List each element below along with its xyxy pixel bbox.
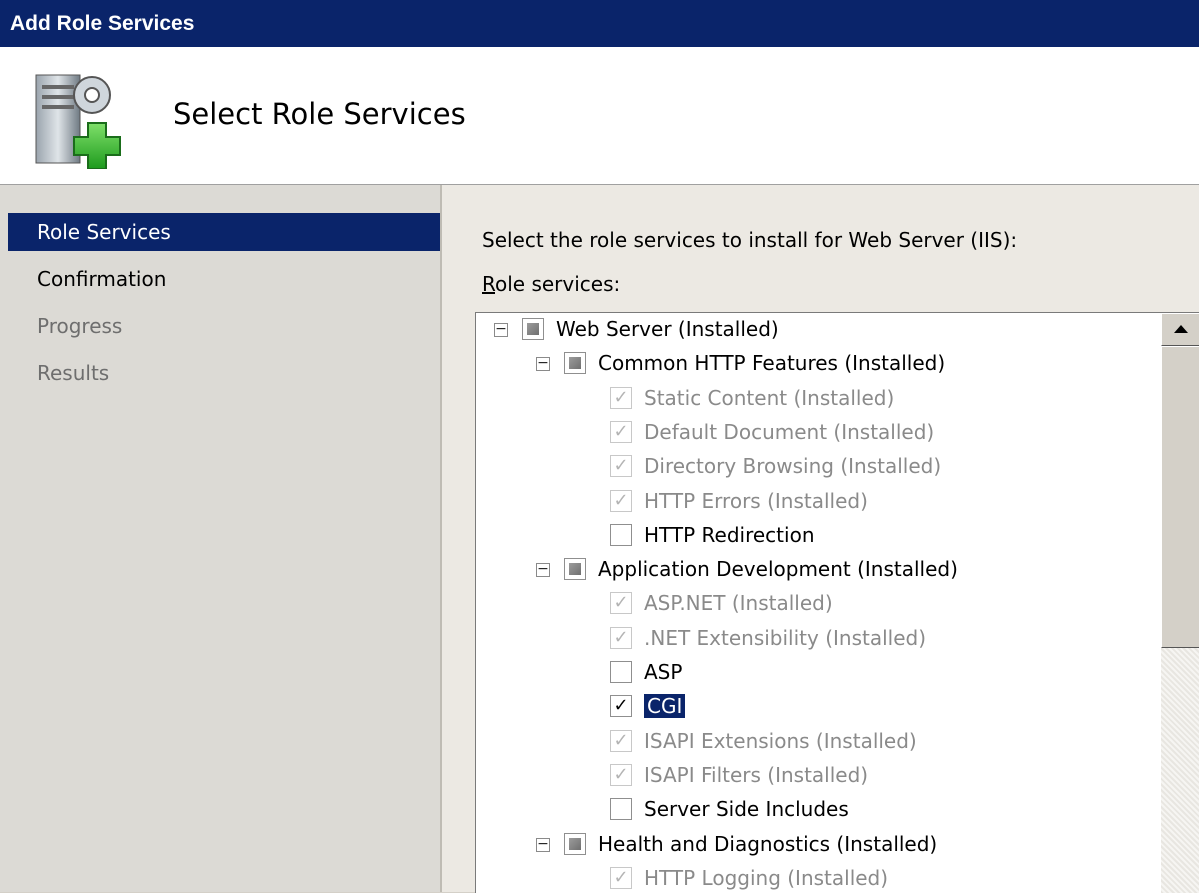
nav-item-results: Results (37, 361, 110, 385)
row-label: ISAPI Filters (Installed) (644, 763, 869, 787)
row-checkbox: ✓ (610, 592, 632, 614)
row-label: HTTP Logging (Installed) (644, 866, 889, 890)
scroll-thumb[interactable] (1161, 346, 1199, 648)
tree-row[interactable]: ✓ ISAPI Filters (Installed) (476, 760, 1156, 794)
tree-row[interactable]: − Health and Diagnostics (Installed) (476, 829, 1156, 863)
server-role-icon (35, 74, 121, 169)
row-checkbox[interactable] (564, 558, 586, 580)
row-checkbox: ✓ (610, 764, 632, 786)
row-checkbox: ✓ (610, 455, 632, 477)
nav-item-progress: Progress (37, 314, 123, 338)
row-label: Web Server (Installed) (556, 317, 779, 341)
tree-row[interactable]: ✓ HTTP Logging (Installed) (476, 863, 1156, 893)
row-label: Static Content (Installed) (644, 386, 895, 410)
row-label: Common HTTP Features (Installed) (598, 351, 946, 375)
collapse-toggle-icon[interactable]: − (536, 837, 550, 852)
row-label: ASP (644, 660, 683, 684)
row-checkbox: ✓ (610, 421, 632, 443)
row-checkbox: ✓ (610, 387, 632, 409)
tree-row[interactable]: − Common HTTP Features (Installed) (476, 348, 1156, 382)
tree-row[interactable]: ✓ ASP.NET (Installed) (476, 588, 1156, 622)
row-checkbox: ✓ (610, 490, 632, 512)
role-services-label-rest: ole services: (495, 272, 621, 296)
row-checkbox[interactable] (610, 798, 632, 820)
tree-row[interactable]: − Web Server (Installed) (476, 314, 1156, 348)
row-label: Directory Browsing (Installed) (644, 454, 942, 478)
nav-item-role-services[interactable]: Role Services (8, 213, 440, 251)
row-label: Default Document (Installed) (644, 420, 935, 444)
tree-row[interactable]: ✓ Directory Browsing (Installed) (476, 451, 1156, 485)
row-checkbox[interactable] (564, 833, 586, 855)
title-bar: Add Role Services (0, 0, 1199, 47)
tree-row[interactable]: ✓ ISAPI Extensions (Installed) (476, 726, 1156, 760)
wizard-nav: Role Services Confirmation Progress Resu… (0, 185, 442, 892)
row-checkbox[interactable] (610, 524, 632, 546)
tree-scrollbar[interactable] (1161, 313, 1199, 893)
wizard-content: Select the role services to install for … (442, 185, 1199, 893)
tree-row[interactable]: HTTP Redirection (476, 520, 1156, 554)
row-label: HTTP Redirection (644, 523, 815, 547)
page-heading: Select Role Services (173, 97, 466, 131)
row-label: CGI (644, 694, 686, 718)
row-label: HTTP Errors (Installed) (644, 489, 868, 513)
tree-row[interactable]: ✓ Static Content (Installed) (476, 383, 1156, 417)
row-checkbox: ✓ (610, 730, 632, 752)
row-label: .NET Extensibility (Installed) (644, 626, 927, 650)
tree-row[interactable]: ✓ HTTP Errors (Installed) (476, 486, 1156, 520)
row-label: Server Side Includes (644, 797, 849, 821)
row-label: ISAPI Extensions (Installed) (644, 729, 917, 753)
collapse-toggle-icon[interactable]: − (536, 562, 550, 577)
role-services-label-accel: R (482, 272, 495, 296)
row-checkbox[interactable]: ✓ (610, 695, 632, 717)
nav-item-confirmation[interactable]: Confirmation (8, 260, 440, 298)
window-title: Add Role Services (10, 12, 195, 35)
row-label: ASP.NET (Installed) (644, 591, 833, 615)
row-checkbox[interactable] (564, 352, 586, 374)
row-label: Health and Diagnostics (Installed) (598, 832, 938, 856)
row-checkbox: ✓ (610, 627, 632, 649)
tree-row[interactable]: ✓ .NET Extensibility (Installed) (476, 623, 1156, 657)
row-label: Application Development (Installed) (598, 557, 958, 581)
collapse-toggle-icon[interactable]: − (494, 322, 508, 337)
tree-row[interactable]: ASP (476, 657, 1156, 691)
tree-row[interactable]: ✓ CGI (476, 691, 1156, 725)
instruction-text: Select the role services to install for … (482, 228, 1018, 252)
wizard-header: Select Role Services (0, 47, 1199, 185)
tree-row[interactable]: Server Side Includes (476, 794, 1156, 828)
row-checkbox[interactable] (522, 318, 544, 340)
role-services-tree[interactable]: − Web Server (Installed) − Common HTTP Feat… (475, 312, 1199, 893)
tree-row[interactable]: − Application Development (Installed) (476, 554, 1156, 588)
row-checkbox[interactable] (610, 661, 632, 683)
tree-row[interactable]: ✓ Default Document (Installed) (476, 417, 1156, 451)
collapse-toggle-icon[interactable]: − (536, 356, 550, 371)
role-services-label: Role services: (482, 272, 620, 296)
scroll-up-button[interactable] (1161, 313, 1199, 346)
row-checkbox: ✓ (610, 867, 632, 889)
